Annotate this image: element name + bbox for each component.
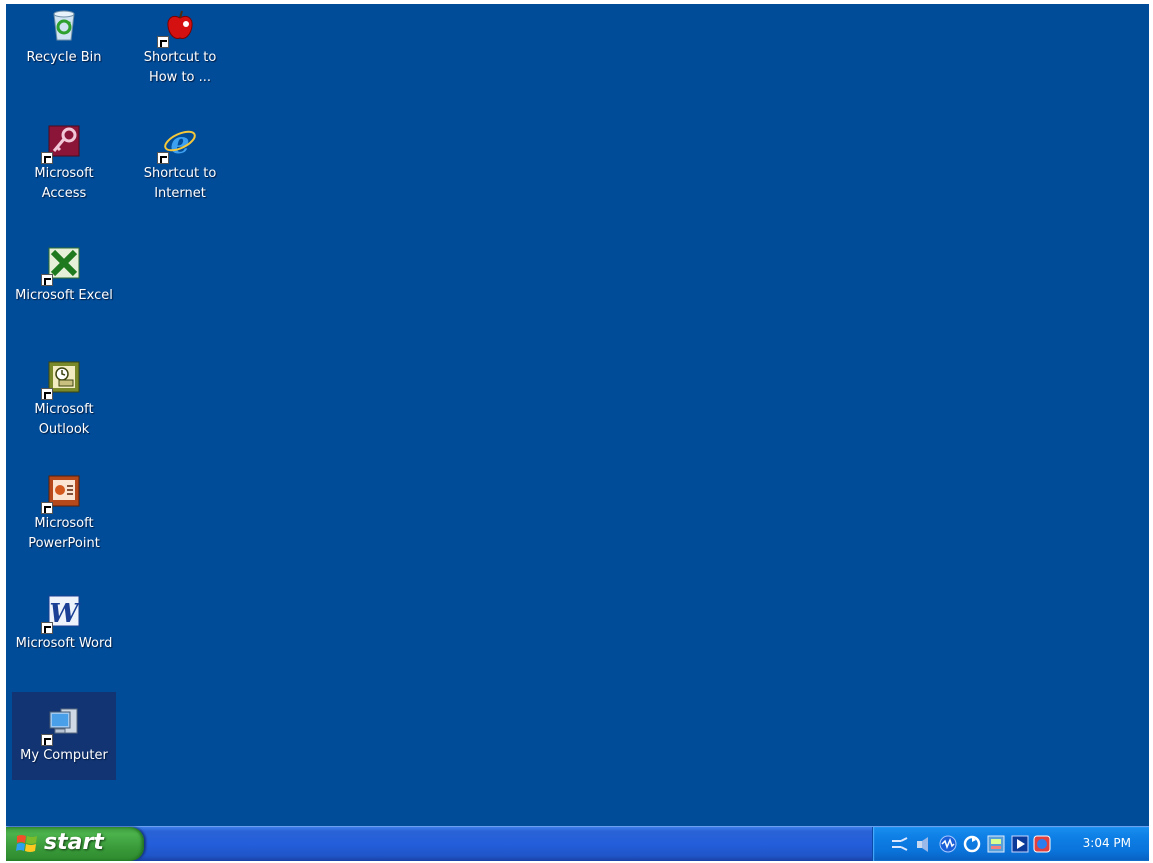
shortcut-arrow-icon — [41, 274, 53, 286]
media-icon[interactable] — [1011, 835, 1029, 853]
desktop[interactable]: Recycle Bin Shortcut to How to ... Micro… — [6, 4, 1149, 861]
sync-icon[interactable] — [963, 835, 981, 853]
access-label: Microsoft Access — [34, 166, 94, 201]
start-button[interactable]: start — [6, 827, 144, 861]
excel-icon — [41, 246, 81, 286]
outlook-label: Microsoft Outlook — [34, 402, 94, 437]
powerpoint-shortcut[interactable]: Microsoft PowerPoint — [12, 474, 116, 554]
access-icon — [41, 124, 81, 164]
outlook-shortcut[interactable]: Microsoft Outlook — [12, 360, 116, 440]
how-to-shortcut[interactable]: Shortcut to How to ... — [128, 8, 232, 88]
internet-shortcut[interactable]: e Shortcut to Internet — [128, 124, 232, 204]
recycle-bin-shortcut[interactable]: Recycle Bin — [12, 8, 116, 68]
volume-icon[interactable] — [915, 835, 933, 853]
svg-text:W: W — [49, 599, 81, 628]
svg-text:e: e — [170, 126, 189, 158]
how-to-label: Shortcut to How to ... — [143, 50, 217, 85]
security-icon[interactable] — [1033, 835, 1051, 853]
excel-label: Microsoft Excel — [15, 288, 113, 303]
shortcut-arrow-icon — [41, 502, 53, 514]
recycle-bin-icon — [47, 8, 81, 42]
powerpoint-icon — [41, 474, 81, 514]
messenger-icon[interactable] — [939, 835, 957, 853]
excel-shortcut[interactable]: Microsoft Excel — [12, 246, 116, 306]
outlook-icon — [41, 360, 81, 400]
shortcut-arrow-icon — [41, 734, 53, 746]
my-computer-icon — [41, 706, 81, 746]
shortcut-arrow-icon — [157, 152, 169, 164]
word-icon: W — [41, 594, 81, 634]
internet-label: Shortcut to Internet — [143, 166, 217, 201]
word-shortcut[interactable]: W Microsoft Word — [12, 594, 116, 654]
powerpoint-label: Microsoft PowerPoint — [28, 516, 100, 551]
taskbar: start 3:04 PM — [6, 826, 1149, 861]
windows-logo-icon — [16, 835, 37, 852]
apple-icon — [157, 8, 197, 48]
network-icon[interactable] — [891, 835, 909, 853]
shortcut-arrow-icon — [41, 388, 53, 400]
shortcut-arrow-icon — [157, 36, 169, 48]
recycle-bin-label: Recycle Bin — [26, 50, 102, 65]
internet-explorer-icon: e — [157, 124, 197, 164]
system-tray: 3:04 PM — [872, 827, 1149, 861]
clock[interactable]: 3:04 PM — [1083, 836, 1131, 850]
shortcut-arrow-icon — [41, 152, 53, 164]
word-label: Microsoft Word — [15, 636, 113, 651]
display-icon[interactable] — [987, 835, 1005, 853]
my-computer-shortcut[interactable]: My Computer — [12, 692, 116, 780]
access-shortcut[interactable]: Microsoft Access — [12, 124, 116, 204]
start-label: start — [44, 830, 104, 855]
my-computer-label: My Computer — [20, 748, 108, 763]
shortcut-arrow-icon — [41, 622, 53, 634]
